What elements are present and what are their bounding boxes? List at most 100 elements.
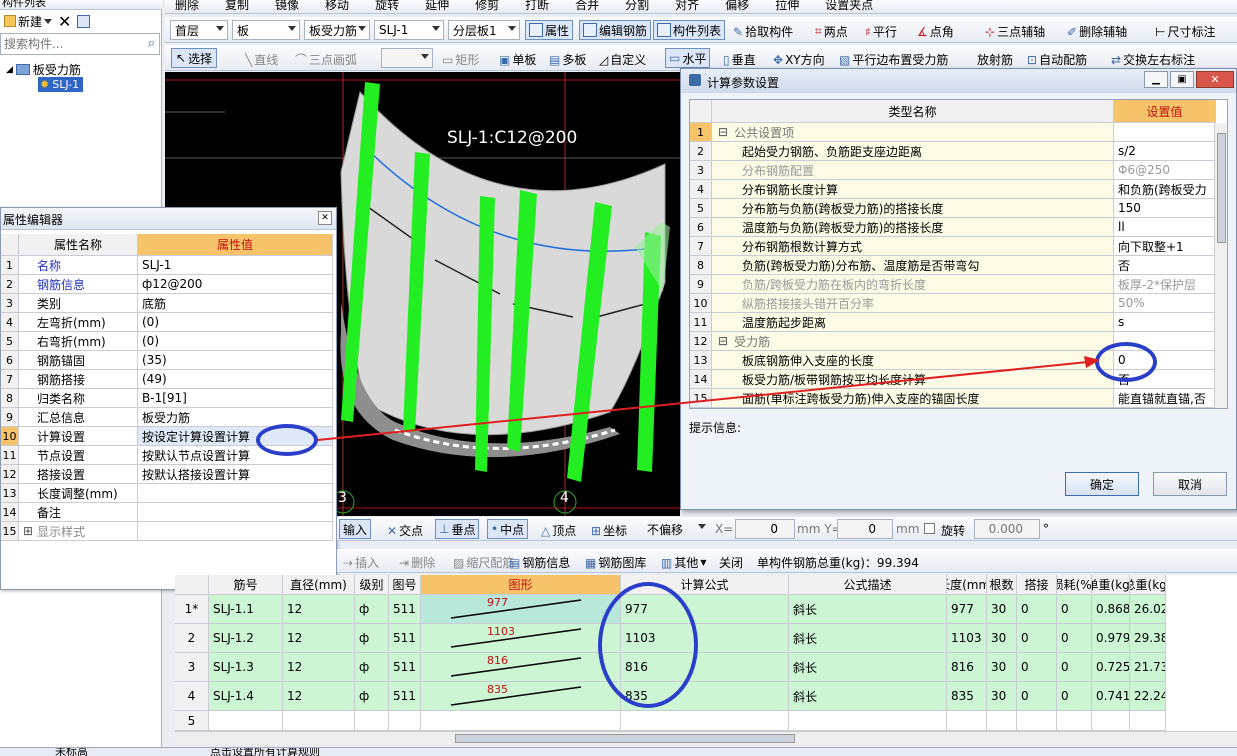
rebar-cell-shape[interactable]: 1103 xyxy=(421,624,621,653)
prop-row-value[interactable]: (0) xyxy=(138,332,333,351)
delete-icon[interactable]: ✕ xyxy=(58,12,71,31)
radial-button[interactable]: 放射筋 xyxy=(977,51,1013,68)
calc-row-value[interactable]: s/2 xyxy=(1114,142,1216,161)
cancel-button[interactable]: 取消 xyxy=(1153,472,1227,496)
expand-icon[interactable]: ⊞ xyxy=(23,524,33,538)
category-select[interactable]: 板受力筋 xyxy=(304,20,370,40)
rebar-cell-unit[interactable]: 0.725 xyxy=(1092,653,1130,682)
ok-button[interactable]: 确定 xyxy=(1065,472,1139,496)
rotate-checkbox[interactable] xyxy=(924,523,935,534)
layer-select[interactable]: 分层板1 xyxy=(448,20,520,40)
rebar-cell-grade[interactable]: ф xyxy=(355,624,389,653)
top-toolbar-item[interactable]: 修剪 xyxy=(475,0,499,13)
top-toolbar-item[interactable]: 分割 xyxy=(625,0,649,13)
h-scroll-thumb[interactable] xyxy=(455,734,795,743)
rebar-cell-total[interactable]: 21.738 xyxy=(1130,653,1166,682)
multi-board-button[interactable]: ▤ 多板 xyxy=(549,51,586,68)
prop-row-value[interactable] xyxy=(138,503,333,522)
rebar-cell-grade[interactable] xyxy=(355,711,389,731)
minimize-button[interactable]: ▁ xyxy=(1144,71,1168,88)
rebar-cell-loss[interactable]: 0 xyxy=(1057,653,1092,682)
rebar-cell-lap[interactable]: 0 xyxy=(1017,653,1057,682)
calc-group-row[interactable]: ⊟ 公共设置项 xyxy=(712,123,1114,142)
prop-row-value[interactable]: SLJ-1 xyxy=(138,256,333,275)
calc-group-row[interactable]: ⊟ 受力筋 xyxy=(712,332,1114,351)
dimension-button[interactable]: ⊢ 尺寸标注 xyxy=(1155,23,1215,40)
parallel-button[interactable]: ♯ 平行 xyxy=(865,23,897,40)
arc-button[interactable]: ⌒ 三点画弧 xyxy=(295,51,357,68)
close-button[interactable]: ✕ xyxy=(1196,71,1234,88)
rebar-cell-desc[interactable]: 斜长 xyxy=(789,624,947,653)
horizontal-button[interactable]: ▭ 水平 xyxy=(665,48,711,68)
rebar-cell-lap[interactable]: 0 xyxy=(1017,682,1057,711)
three-point-aux-button[interactable]: ⊹ 三点辅轴 xyxy=(985,23,1045,40)
two-points-button[interactable]: ⌗ 两点 xyxy=(815,23,848,40)
close-panel-button[interactable]: 关闭 xyxy=(719,554,743,571)
perpendicular-button[interactable]: ⊥ 垂点 xyxy=(435,519,480,539)
calc-row-value[interactable]: ll xyxy=(1114,218,1216,237)
prop-row-value[interactable] xyxy=(138,484,333,503)
prop-row-value[interactable]: (49) xyxy=(138,370,333,389)
point-angle-button[interactable]: ∡ 点角 xyxy=(917,23,954,40)
calc-row-value[interactable]: 和负筋(跨板受力 xyxy=(1114,180,1216,199)
rebar-cell-unit[interactable] xyxy=(1092,711,1130,731)
calc-dialog-titlebar[interactable]: 计算参数设置 ▁ ▣ ✕ xyxy=(681,69,1236,93)
rebar-cell-desc[interactable]: 斜长 xyxy=(789,682,947,711)
calc-row-value[interactable]: 否 xyxy=(1114,256,1216,275)
rebar-cell-loss[interactable]: 0 xyxy=(1057,682,1092,711)
rebar-cell-formula[interactable] xyxy=(621,711,789,731)
rebar-info-button[interactable]: ▤ 钢筋信息 xyxy=(509,554,570,571)
rebar-cell-grade[interactable]: ф xyxy=(355,595,389,624)
rebar-cell-loss[interactable]: 0 xyxy=(1057,624,1092,653)
rebar-cell-no[interactable]: SLJ-1.4 xyxy=(209,682,283,711)
vertical-button[interactable]: ▯ 垂直 xyxy=(723,51,756,68)
rebar-cell-lap[interactable]: 0 xyxy=(1017,624,1057,653)
intersect-button[interactable]: ✕ 交点 xyxy=(387,522,423,539)
input-button[interactable]: 输入 xyxy=(339,519,372,539)
rebar-cell-len[interactable]: 816 xyxy=(947,653,987,682)
calc-row-value[interactable] xyxy=(1114,123,1216,142)
rebar-cell-desc[interactable]: 斜长 xyxy=(789,653,947,682)
other-button[interactable]: ▥ 其他 ▼ xyxy=(661,554,707,571)
h-scrollbar[interactable] xyxy=(175,731,1237,745)
rebar-cell-len[interactable] xyxy=(947,711,987,731)
attribute-button[interactable]: 属性 xyxy=(525,20,574,40)
rebar-cell-total[interactable]: 22.244 xyxy=(1130,682,1166,711)
component-list-button[interactable]: 构件列表 xyxy=(653,20,726,40)
rebar-cell-len[interactable]: 977 xyxy=(947,595,987,624)
name-select[interactable]: SLJ-1 xyxy=(374,20,444,40)
rebar-cell-no[interactable] xyxy=(209,711,283,731)
top-toolbar-item[interactable]: 复制 xyxy=(225,0,249,13)
rebar-cell-no[interactable]: SLJ-1.1 xyxy=(209,595,283,624)
delete-row-button[interactable]: ⇥ 删除 xyxy=(399,554,435,571)
calc-row-value[interactable]: 50% xyxy=(1114,294,1216,313)
prop-row-value[interactable]: 板受力筋 xyxy=(138,408,333,427)
rebar-cell-count[interactable]: 30 xyxy=(987,653,1017,682)
parallel-edge-button[interactable]: ▧ 平行边布置受力筋 xyxy=(839,51,948,68)
calc-row-value[interactable]: 向下取整+1 xyxy=(1114,237,1216,256)
midpoint-button[interactable]: • 中点 xyxy=(487,519,529,539)
top-toolbar-item[interactable]: 延伸 xyxy=(425,0,449,13)
top-toolbar-item[interactable]: 移动 xyxy=(325,0,349,13)
rebar-cell-fig[interactable] xyxy=(389,711,421,731)
rebar-cell-count[interactable]: 30 xyxy=(987,682,1017,711)
calc-row-value[interactable]: 能直锚就直锚,否 xyxy=(1114,389,1216,408)
calc-row-value[interactable]: s xyxy=(1114,313,1216,332)
rebar-cell-fig[interactable]: 511 xyxy=(389,682,421,711)
top-toolbar-item[interactable]: 拉伸 xyxy=(775,0,799,13)
prop-row-value[interactable]: ф12@200 xyxy=(138,275,333,294)
insert-button[interactable]: ⇢ 插入 xyxy=(343,554,379,571)
rebar-cell-count[interactable] xyxy=(987,711,1017,731)
top-toolbar-item[interactable]: 打断 xyxy=(525,0,549,13)
calc-scrollbar[interactable] xyxy=(1214,123,1227,408)
new-button[interactable]: 新建 xyxy=(4,13,53,30)
tree-item-slj1[interactable]: ✹ SLJ-1 xyxy=(38,77,84,92)
floor-select[interactable]: 首层 xyxy=(170,20,228,40)
calc-row-value[interactable]: Φ6@250 xyxy=(1114,161,1216,180)
auto-rebar-button[interactable]: ⊡ 自动配筋 xyxy=(1027,51,1087,68)
collapse-icon[interactable]: ⊟ xyxy=(718,334,728,348)
rebar-cell-count[interactable]: 30 xyxy=(987,595,1017,624)
top-toolbar-item[interactable]: 对齐 xyxy=(675,0,699,13)
rebar-cell-lap[interactable] xyxy=(1017,711,1057,731)
rebar-library-button[interactable]: ▦ 钢筋图库 xyxy=(585,554,646,571)
